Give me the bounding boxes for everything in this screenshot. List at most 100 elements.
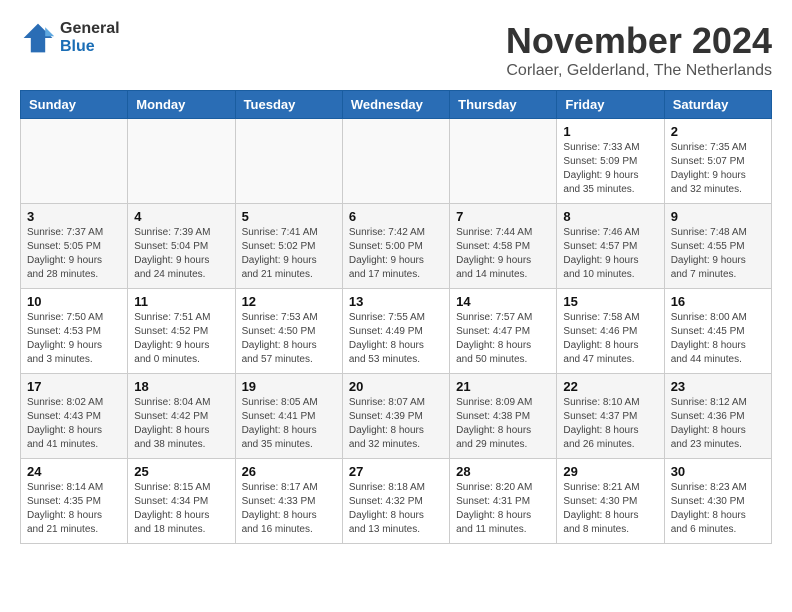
calendar-day-cell: 26 Sunrise: 8:17 AM Sunset: 4:33 PM Dayli… [235,459,342,544]
day-number: 29 [563,464,657,479]
day-number: 25 [134,464,228,479]
weekday-header: Monday [128,91,235,119]
page-header: General Blue November 2024 Corlaer, Geld… [20,20,772,80]
calendar-day-cell: 25 Sunrise: 8:15 AM Sunset: 4:34 PM Dayli… [128,459,235,544]
day-number: 10 [27,294,121,309]
calendar-day-cell: 29 Sunrise: 8:21 AM Sunset: 4:30 PM Dayli… [557,459,664,544]
day-info: Sunrise: 8:18 AM Sunset: 4:32 PM Dayligh… [349,481,443,537]
weekday-header: Tuesday [235,91,342,119]
logo-blue-text: Blue [60,38,120,56]
weekday-header: Friday [557,91,664,119]
day-number: 21 [456,379,550,394]
calendar-day-cell: 2Sunrise: 7:35 AM Sunset: 5:07 PM Daylig… [664,119,771,204]
day-number: 8 [563,209,657,224]
calendar-day-cell [342,119,449,204]
logo-icon [20,20,56,56]
calendar-day-cell: 28 Sunrise: 8:20 AM Sunset: 4:31 PM Dayli… [450,459,557,544]
calendar-day-cell: 21 Sunrise: 8:09 AM Sunset: 4:38 PM Dayli… [450,374,557,459]
day-number: 2 [671,124,765,139]
day-number: 4 [134,209,228,224]
day-info: Sunrise: 8:20 AM Sunset: 4:31 PM Dayligh… [456,481,550,537]
day-number: 27 [349,464,443,479]
weekday-header: Sunday [21,91,128,119]
calendar-day-cell: 19 Sunrise: 8:05 AM Sunset: 4:41 PM Dayli… [235,374,342,459]
calendar-table: SundayMondayTuesdayWednesdayThursdayFrid… [20,90,772,544]
calendar-day-cell: 18Sunrise: 8:04 AM Sunset: 4:42 PM Dayli… [128,374,235,459]
day-number: 11 [134,294,228,309]
day-info: Sunrise: 8:07 AM Sunset: 4:39 PM Dayligh… [349,396,443,452]
day-number: 24 [27,464,121,479]
calendar-day-cell: 10 Sunrise: 7:50 AM Sunset: 4:53 PM Dayli… [21,289,128,374]
calendar-day-cell: 13 Sunrise: 7:55 AM Sunset: 4:49 PM Dayli… [342,289,449,374]
day-info: Sunrise: 8:14 AM Sunset: 4:35 PM Dayligh… [27,481,121,537]
calendar-day-cell [21,119,128,204]
day-number: 30 [671,464,765,479]
day-number: 22 [563,379,657,394]
calendar-day-cell: 24 Sunrise: 8:14 AM Sunset: 4:35 PM Dayli… [21,459,128,544]
day-info: Sunrise: 8:15 AM Sunset: 4:34 PM Dayligh… [134,481,228,537]
calendar-day-cell: 6 Sunrise: 7:42 AM Sunset: 5:00 PM Daylig… [342,204,449,289]
day-info: Sunrise: 8:09 AM Sunset: 4:38 PM Dayligh… [456,396,550,452]
calendar-week-row: 1Sunrise: 7:33 AM Sunset: 5:09 PM Daylig… [21,119,772,204]
calendar-day-cell: 30 Sunrise: 8:23 AM Sunset: 4:30 PM Dayli… [664,459,771,544]
weekday-header: Saturday [664,91,771,119]
calendar-week-row: 17Sunrise: 8:02 AM Sunset: 4:43 PM Dayli… [21,374,772,459]
calendar-day-cell [235,119,342,204]
calendar-day-cell: 15 Sunrise: 7:58 AM Sunset: 4:46 PM Dayli… [557,289,664,374]
day-number: 5 [242,209,336,224]
day-info: Sunrise: 7:50 AM Sunset: 4:53 PM Dayligh… [27,311,121,367]
weekday-header: Wednesday [342,91,449,119]
calendar-subtitle: Corlaer, Gelderland, The Netherlands [506,62,772,80]
calendar-day-cell: 27 Sunrise: 8:18 AM Sunset: 4:32 PM Dayli… [342,459,449,544]
calendar-day-cell: 1Sunrise: 7:33 AM Sunset: 5:09 PM Daylig… [557,119,664,204]
day-number: 12 [242,294,336,309]
day-info: Sunrise: 7:53 AM Sunset: 4:50 PM Dayligh… [242,311,336,367]
day-info: Sunrise: 7:48 AM Sunset: 4:55 PM Dayligh… [671,226,765,282]
day-info: Sunrise: 8:23 AM Sunset: 4:30 PM Dayligh… [671,481,765,537]
day-number: 7 [456,209,550,224]
day-number: 18 [134,379,228,394]
day-info: Sunrise: 7:58 AM Sunset: 4:46 PM Dayligh… [563,311,657,367]
calendar-day-cell: 23Sunrise: 8:12 AM Sunset: 4:36 PM Dayli… [664,374,771,459]
day-number: 3 [27,209,121,224]
calendar-day-cell: 20 Sunrise: 8:07 AM Sunset: 4:39 PM Dayli… [342,374,449,459]
day-number: 20 [349,379,443,394]
day-info: Sunrise: 7:33 AM Sunset: 5:09 PM Dayligh… [563,141,657,197]
day-number: 28 [456,464,550,479]
day-info: Sunrise: 7:42 AM Sunset: 5:00 PM Dayligh… [349,226,443,282]
day-number: 13 [349,294,443,309]
day-info: Sunrise: 7:55 AM Sunset: 4:49 PM Dayligh… [349,311,443,367]
calendar-day-cell [450,119,557,204]
calendar-title: November 2024 [506,20,772,62]
day-number: 15 [563,294,657,309]
day-info: Sunrise: 8:17 AM Sunset: 4:33 PM Dayligh… [242,481,336,537]
day-number: 19 [242,379,336,394]
logo: General Blue [20,20,120,56]
day-info: Sunrise: 8:05 AM Sunset: 4:41 PM Dayligh… [242,396,336,452]
day-info: Sunrise: 7:37 AM Sunset: 5:05 PM Dayligh… [27,226,121,282]
calendar-day-cell: 3 Sunrise: 7:37 AM Sunset: 5:05 PM Daylig… [21,204,128,289]
day-info: Sunrise: 8:00 AM Sunset: 4:45 PM Dayligh… [671,311,765,367]
calendar-title-section: November 2024 Corlaer, Gelderland, The N… [506,20,772,80]
calendar-week-row: 24 Sunrise: 8:14 AM Sunset: 4:35 PM Dayli… [21,459,772,544]
calendar-day-cell: 9Sunrise: 7:48 AM Sunset: 4:55 PM Daylig… [664,204,771,289]
day-info: Sunrise: 8:02 AM Sunset: 4:43 PM Dayligh… [27,396,121,452]
calendar-day-cell: 22 Sunrise: 8:10 AM Sunset: 4:37 PM Dayli… [557,374,664,459]
weekday-header: Thursday [450,91,557,119]
calendar-day-cell: 11Sunrise: 7:51 AM Sunset: 4:52 PM Dayli… [128,289,235,374]
calendar-day-cell: 14 Sunrise: 7:57 AM Sunset: 4:47 PM Dayli… [450,289,557,374]
day-info: Sunrise: 7:41 AM Sunset: 5:02 PM Dayligh… [242,226,336,282]
calendar-day-cell: 17Sunrise: 8:02 AM Sunset: 4:43 PM Dayli… [21,374,128,459]
day-info: Sunrise: 7:57 AM Sunset: 4:47 PM Dayligh… [456,311,550,367]
day-number: 14 [456,294,550,309]
day-info: Sunrise: 8:21 AM Sunset: 4:30 PM Dayligh… [563,481,657,537]
day-number: 26 [242,464,336,479]
day-info: Sunrise: 8:10 AM Sunset: 4:37 PM Dayligh… [563,396,657,452]
day-info: Sunrise: 8:12 AM Sunset: 4:36 PM Dayligh… [671,396,765,452]
day-number: 16 [671,294,765,309]
calendar-day-cell: 7Sunrise: 7:44 AM Sunset: 4:58 PM Daylig… [450,204,557,289]
calendar-day-cell: 12 Sunrise: 7:53 AM Sunset: 4:50 PM Dayli… [235,289,342,374]
weekday-header-row: SundayMondayTuesdayWednesdayThursdayFrid… [21,91,772,119]
day-number: 6 [349,209,443,224]
calendar-day-cell: 5 Sunrise: 7:41 AM Sunset: 5:02 PM Daylig… [235,204,342,289]
